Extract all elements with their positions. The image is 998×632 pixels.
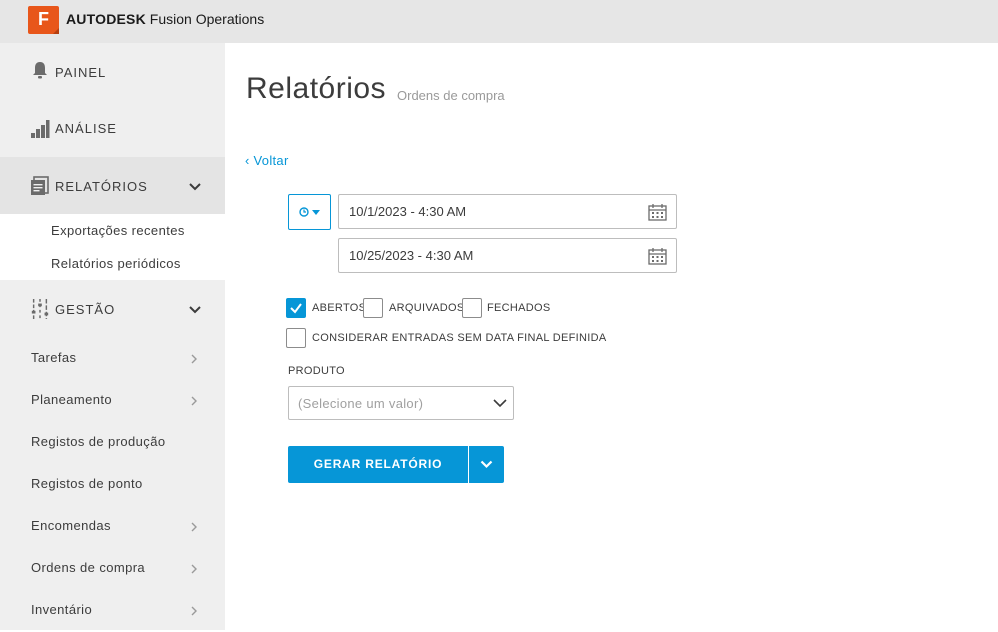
sliders-icon bbox=[31, 299, 49, 319]
calendar-icon[interactable] bbox=[648, 203, 667, 221]
generate-report-button[interactable]: GERAR RELATÓRIO bbox=[288, 446, 468, 483]
sidebar-item-label: PAINEL bbox=[55, 64, 107, 80]
page-title: Relatórios bbox=[246, 72, 387, 105]
chevron-right-icon bbox=[191, 396, 197, 406]
chevron-down-icon[interactable] bbox=[188, 305, 202, 315]
checkbox-arquivados[interactable] bbox=[363, 298, 383, 318]
reports-icon bbox=[31, 176, 49, 195]
sidebar-item-label: Ordens de compra bbox=[31, 560, 146, 575]
chevron-right-icon bbox=[191, 522, 197, 532]
checkbox-label-fechados: FECHADOS bbox=[487, 302, 551, 314]
sidebar-item-relatorios[interactable]: RELATÓRIOS bbox=[0, 157, 225, 215]
sidebar-item-inventario[interactable]: Inventário bbox=[0, 590, 225, 632]
sidebar-item-label: RELATÓRIOS bbox=[55, 178, 148, 194]
checkbox-undated-entries[interactable] bbox=[286, 328, 306, 348]
date-range-preset-button[interactable] bbox=[288, 194, 331, 230]
sidebar-item-label: Planeamento bbox=[31, 392, 113, 407]
sidebar-item-registos-producao[interactable]: Registos de produção bbox=[0, 422, 225, 464]
sidebar-item-label: Encomendas bbox=[31, 518, 111, 533]
sidebar-item-planeamento[interactable]: Planeamento bbox=[0, 380, 225, 422]
sidebar-item-label: Registos de produção bbox=[31, 434, 166, 449]
date-to-field[interactable]: 10/25/2023 - 4:30 AM bbox=[338, 238, 677, 273]
sidebar-item-encomendas[interactable]: Encomendas bbox=[0, 506, 225, 548]
brand-product: Fusion Operations bbox=[149, 11, 265, 27]
top-bar: F AUTODESK Fusion Operations bbox=[0, 0, 998, 43]
sidebar-item-analise[interactable]: ANÁLISE bbox=[0, 99, 225, 157]
sidebar-item-registos-ponto[interactable]: Registos de ponto bbox=[0, 464, 225, 506]
date-from-value: 10/1/2023 - 4:30 AM bbox=[349, 204, 467, 219]
submenu-item-recent-exports[interactable]: Exportações recentes bbox=[51, 223, 185, 238]
brand-bold: AUTODESK bbox=[66, 11, 146, 27]
generate-report-options-button[interactable] bbox=[469, 446, 504, 483]
product-field-label: PRODUTO bbox=[288, 365, 345, 377]
sidebar-item-label: GESTÃO bbox=[55, 301, 116, 317]
clock-icon bbox=[299, 207, 309, 217]
product-select-placeholder: (Selecione um valor) bbox=[298, 396, 424, 411]
chevron-down-icon[interactable] bbox=[188, 182, 202, 192]
page-subtitle: Ordens de compra bbox=[397, 88, 505, 103]
brand-name: AUTODESK Fusion Operations bbox=[66, 11, 264, 27]
date-to-value: 10/25/2023 - 4:30 AM bbox=[349, 248, 474, 263]
checkbox-label-abertos: ABERTOS bbox=[312, 302, 367, 314]
calendar-icon[interactable] bbox=[648, 247, 667, 265]
fusion-logo-icon[interactable]: F bbox=[28, 6, 59, 34]
sidebar-item-label: Registos de ponto bbox=[31, 476, 143, 491]
sidebar: PAINEL ANÁLISE RELATÓRIOS Exportações re… bbox=[0, 43, 225, 630]
sidebar-item-gestao[interactable]: GESTÃO bbox=[0, 280, 225, 338]
submenu-item-periodic-reports[interactable]: Relatórios periódicos bbox=[51, 256, 181, 271]
sidebar-item-painel[interactable]: PAINEL bbox=[0, 43, 225, 101]
checkbox-label-undated-entries: CONSIDERAR ENTRADAS SEM DATA FINAL DEFIN… bbox=[312, 332, 607, 344]
logo-letter: F bbox=[38, 9, 49, 29]
sidebar-item-ordens-compra[interactable]: Ordens de compra bbox=[0, 548, 225, 590]
back-link[interactable]: ‹ Voltar bbox=[245, 153, 289, 168]
bar-chart-icon bbox=[31, 120, 50, 138]
chevron-down-icon bbox=[480, 460, 493, 469]
sidebar-item-label: ANÁLISE bbox=[55, 120, 117, 136]
sidebar-item-label: Inventário bbox=[31, 602, 93, 617]
chevron-down-icon bbox=[493, 399, 507, 408]
sidebar-item-label: Tarefas bbox=[31, 350, 77, 365]
checkbox-label-arquivados: ARQUIVADOS bbox=[389, 302, 465, 314]
product-select[interactable]: (Selecione um valor) bbox=[288, 386, 514, 420]
checkbox-fechados[interactable] bbox=[462, 298, 482, 318]
bell-icon bbox=[33, 62, 47, 79]
chevron-right-icon bbox=[191, 564, 197, 574]
date-from-field[interactable]: 10/1/2023 - 4:30 AM bbox=[338, 194, 677, 229]
caret-down-icon bbox=[312, 210, 320, 215]
sidebar-item-tarefas[interactable]: Tarefas bbox=[0, 338, 225, 380]
chevron-right-icon bbox=[191, 606, 197, 616]
checkmark-icon bbox=[290, 303, 302, 314]
checkbox-abertos[interactable] bbox=[286, 298, 306, 318]
reports-submenu: Exportações recentes Relatórios periódic… bbox=[0, 214, 225, 280]
chevron-right-icon bbox=[191, 354, 197, 364]
